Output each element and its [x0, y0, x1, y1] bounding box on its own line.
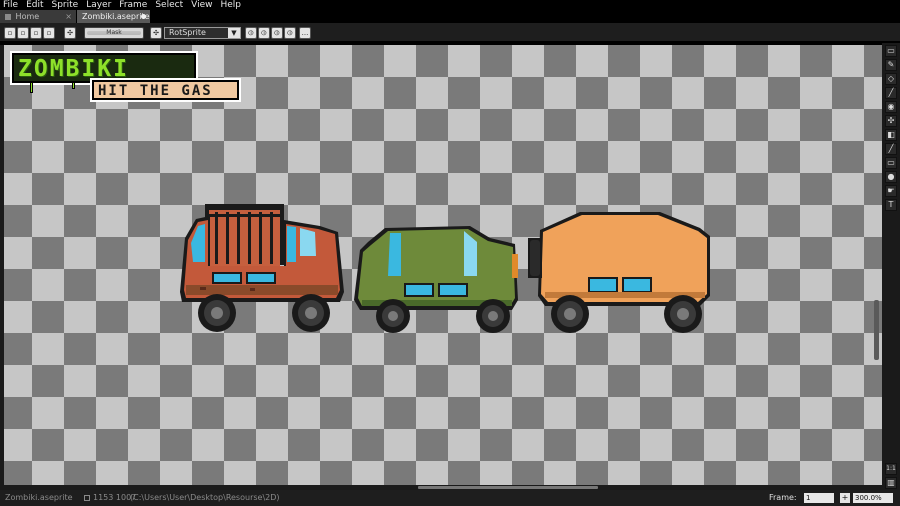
- size-icon: [84, 495, 90, 501]
- vertical-scrollbar[interactable]: [874, 300, 879, 360]
- eraser-icon[interactable]: ◇: [885, 73, 897, 85]
- text-icon[interactable]: T: [885, 199, 897, 211]
- move-icon[interactable]: ✣: [885, 115, 897, 127]
- actual-size-button[interactable]: 1:1: [885, 463, 897, 475]
- car-rusty-suv: [180, 204, 344, 332]
- blur-icon[interactable]: ●: [885, 171, 897, 183]
- car-green-sedan: [354, 226, 518, 333]
- new-frame-button[interactable]: +: [840, 493, 850, 503]
- frame-input[interactable]: 1: [804, 493, 834, 503]
- zoom-icon[interactable]: ◉: [885, 101, 897, 113]
- smudge-icon[interactable]: ☛: [885, 185, 897, 197]
- eyedropper-icon[interactable]: ╱: [885, 87, 897, 99]
- rectangle-icon[interactable]: ▭: [885, 157, 897, 169]
- status-path: (C:\Users\User\Desktop\Resourse\2D): [130, 493, 280, 502]
- frame-label: Frame:: [769, 493, 797, 502]
- status-bar: Zombiki.aseprite 1153 1007 (C:\Users\Use…: [0, 490, 900, 506]
- line-icon[interactable]: ╱: [885, 143, 897, 155]
- marquee-icon[interactable]: ▭: [885, 45, 897, 57]
- pencil-icon[interactable]: ✎: [885, 59, 897, 71]
- zoom-field[interactable]: 300.0%: [853, 493, 893, 503]
- car-orange-van: [528, 212, 710, 333]
- cars-sprite: [180, 204, 710, 333]
- fill-icon[interactable]: ◧: [885, 129, 897, 141]
- horizontal-scrollbar[interactable]: [418, 486, 598, 489]
- preview-icon[interactable]: ▥: [885, 477, 897, 489]
- status-sprite-size: 1153 1007: [84, 493, 136, 502]
- status-filename: Zombiki.aseprite: [5, 493, 73, 502]
- tool-bar: ▭ ✎ ◇ ╱ ◉ ✣ ◧ ╱ ▭ ● ☛ T 1:1 ▥: [882, 43, 900, 493]
